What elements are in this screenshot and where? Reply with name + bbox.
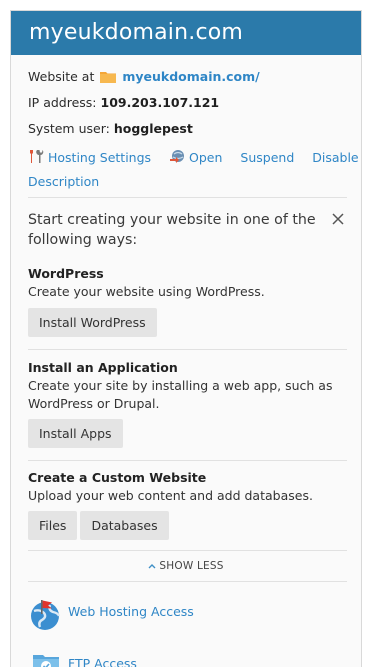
open-label: Open	[189, 150, 223, 165]
domain-title: myeukdomain.com	[11, 11, 361, 55]
ftp-access-link[interactable]: FTP Access	[68, 656, 137, 667]
ip-value: 109.203.107.121	[100, 95, 220, 110]
chevron-up-icon	[148, 560, 159, 572]
open-icon	[169, 150, 189, 165]
open-link[interactable]: Open	[169, 144, 222, 171]
hosting-settings-link[interactable]: Hosting Settings	[28, 144, 151, 171]
ftp-folder-icon	[30, 651, 62, 667]
close-icon[interactable]	[331, 212, 345, 226]
website-link[interactable]: myeukdomain.com/	[122, 69, 259, 84]
files-button[interactable]: Files	[28, 511, 78, 540]
system-user-row: System user: hogglepest	[28, 116, 361, 142]
show-less-toggle[interactable]: SHOW LESS	[11, 551, 361, 581]
ip-label: IP address:	[28, 95, 97, 110]
wordpress-text: Create your website using WordPress.	[28, 284, 265, 299]
globe-flag-icon	[30, 599, 62, 634]
install-apps-button[interactable]: Install Apps	[28, 419, 123, 448]
folder-icon	[100, 66, 117, 92]
divider	[28, 349, 347, 350]
start-creating-heading: Start creating your website in one of th…	[28, 212, 316, 248]
divider	[28, 581, 347, 582]
databases-button[interactable]: Databases	[80, 511, 169, 540]
hosting-settings-icon	[28, 150, 48, 165]
web-hosting-access-link[interactable]: Web Hosting Access	[68, 604, 194, 619]
ip-row: IP address: 109.203.107.121	[28, 90, 361, 116]
start-creating-panel: Start creating your website in one of th…	[11, 198, 361, 250]
ftp-access-row[interactable]: FTP Access	[11, 647, 361, 667]
disable-link[interactable]: Disable	[312, 144, 358, 171]
hosting-settings-label: Hosting Settings	[48, 150, 152, 165]
custom-website-section: Create a Custom Website Upload your web …	[11, 469, 361, 540]
description-row: Description	[28, 171, 361, 197]
website-prefix: Website at	[28, 69, 95, 84]
domain-card: myeukdomain.com Website at myeukdomain.c…	[10, 10, 362, 667]
suspend-link[interactable]: Suspend	[240, 144, 294, 171]
wordpress-section: WordPress Create your website using Word…	[11, 265, 361, 337]
install-wordpress-button[interactable]: Install WordPress	[28, 308, 157, 337]
website-row: Website at myeukdomain.com/	[28, 64, 361, 90]
show-less-label: SHOW LESS	[159, 560, 224, 572]
custom-website-title: Create a Custom Website	[28, 470, 207, 485]
domain-actions: Hosting Settings Open Suspend Disable	[28, 144, 361, 171]
wordpress-title: WordPress	[28, 266, 104, 281]
install-app-text: Create your site by installing a web app…	[28, 378, 333, 411]
system-user-label: System user:	[28, 121, 110, 136]
system-user-value: hogglepest	[113, 121, 193, 136]
web-hosting-access-row[interactable]: Web Hosting Access	[11, 595, 361, 647]
install-app-title: Install an Application	[28, 360, 178, 375]
custom-website-text: Upload your web content and add database…	[28, 488, 313, 503]
description-link[interactable]: Description	[28, 174, 99, 189]
install-app-section: Install an Application Create your site …	[11, 359, 361, 448]
divider	[28, 460, 347, 461]
domain-info: Website at myeukdomain.com/ IP address: …	[11, 55, 361, 197]
